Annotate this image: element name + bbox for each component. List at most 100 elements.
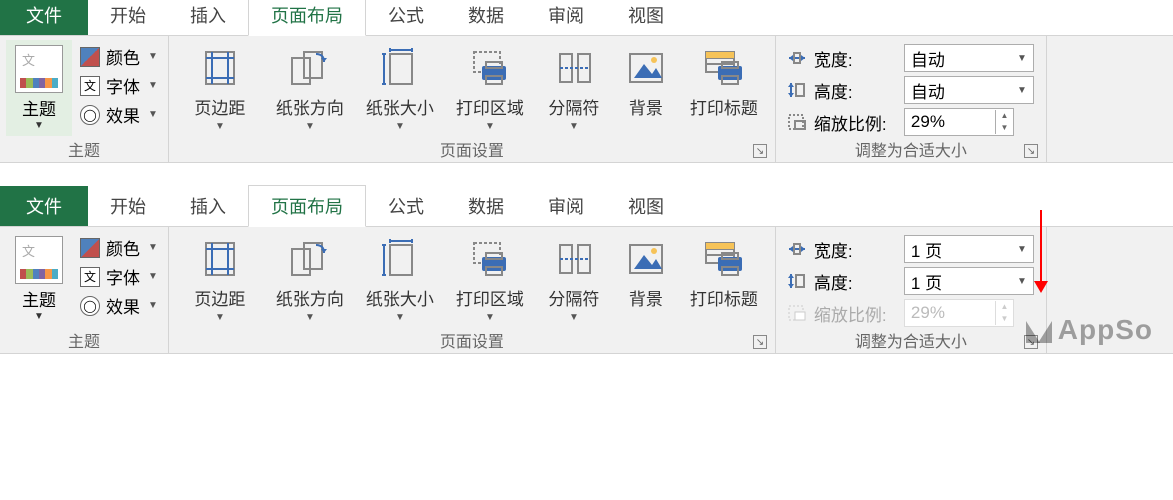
tab-file[interactable]: 文件 xyxy=(0,0,88,35)
tab-formulas[interactable]: 公式 xyxy=(366,186,446,226)
margins-label: 页边距 xyxy=(194,94,245,119)
effects-button[interactable]: ◯ 效果 ▼ xyxy=(80,102,158,127)
tab-data[interactable]: 数据 xyxy=(446,186,526,226)
themes-icon: 文 xyxy=(15,45,63,93)
print-titles-button[interactable]: 打印标题 xyxy=(679,231,769,314)
orientation-icon xyxy=(288,48,332,88)
height-dropdown[interactable]: 自动 ▼ xyxy=(904,76,1034,104)
tab-strip: 文件 开始 插入 页面布局 公式 数据 审阅 视图 xyxy=(0,0,1173,36)
print-area-label: 打印区域 xyxy=(456,94,524,119)
tab-page-layout[interactable]: 页面布局 xyxy=(248,0,366,36)
ribbon-before: 文件 开始 插入 页面布局 公式 数据 审阅 视图 文 主题 ▼ xyxy=(0,0,1173,163)
width-value: 自动 xyxy=(911,46,945,71)
tab-home[interactable]: 开始 xyxy=(88,0,168,35)
ribbon-after: 文件 开始 插入 页面布局 公式 数据 审阅 视图 文 主题 ▼ xyxy=(0,191,1173,354)
orientation-button[interactable]: 纸张方向 ▼ xyxy=(265,40,355,136)
width-dropdown[interactable]: 自动 ▼ xyxy=(904,44,1034,72)
print-titles-label: 打印标题 xyxy=(690,285,758,310)
tab-view[interactable]: 视图 xyxy=(606,186,686,226)
margins-label: 页边距 xyxy=(194,285,245,310)
effects-button[interactable]: ◯ 效果 ▼ xyxy=(80,293,158,318)
size-button[interactable]: 纸张大小 ▼ xyxy=(355,40,445,136)
width-value: 1 页 xyxy=(911,237,942,262)
height-value: 自动 xyxy=(911,78,945,103)
dropdown-icon: ▼ xyxy=(34,120,44,131)
dropdown-icon: ▼ xyxy=(485,312,495,323)
tab-view[interactable]: 视图 xyxy=(606,0,686,35)
watermark-logo-icon xyxy=(1026,317,1052,343)
tab-home[interactable]: 开始 xyxy=(88,186,168,226)
scale-launcher[interactable]: ↘ xyxy=(1024,144,1038,158)
tab-formulas[interactable]: 公式 xyxy=(366,0,446,35)
watermark-text: AppSo xyxy=(1058,314,1153,346)
group-page-setup-label: 页面设置 xyxy=(440,137,504,161)
colors-button[interactable]: 颜色 ▼ xyxy=(80,44,158,69)
size-label: 纸张大小 xyxy=(366,94,434,119)
print-area-button[interactable]: 打印区域 ▼ xyxy=(445,231,535,327)
size-button[interactable]: 纸张大小 ▼ xyxy=(355,231,445,327)
print-titles-icon xyxy=(702,48,746,88)
tab-review[interactable]: 审阅 xyxy=(526,0,606,35)
print-titles-label: 打印标题 xyxy=(690,94,758,119)
dropdown-icon: ▼ xyxy=(1017,53,1027,64)
background-label: 背景 xyxy=(629,94,663,119)
group-themes-label: 主题 xyxy=(68,328,100,352)
print-area-icon xyxy=(468,48,512,88)
colors-label: 颜色 xyxy=(106,44,140,69)
tab-file[interactable]: 文件 xyxy=(0,186,88,226)
breaks-button[interactable]: 分隔符 ▼ xyxy=(535,231,613,327)
spinner-down: ▼ xyxy=(996,313,1013,325)
width-label: 宽度: xyxy=(814,237,898,262)
background-button[interactable]: 背景 xyxy=(613,231,679,314)
tab-data[interactable]: 数据 xyxy=(446,0,526,35)
spinner-up[interactable]: ▲ xyxy=(996,110,1013,122)
print-titles-button[interactable]: 打印标题 xyxy=(679,40,769,123)
dropdown-icon: ▼ xyxy=(148,51,158,62)
page-setup-launcher[interactable]: ↘ xyxy=(753,144,767,158)
size-icon xyxy=(380,239,420,279)
fonts-button[interactable]: 文 字体 ▼ xyxy=(80,73,158,98)
margins-icon xyxy=(200,48,240,88)
tab-strip: 文件 开始 插入 页面布局 公式 数据 审阅 视图 xyxy=(0,191,1173,227)
dropdown-icon: ▼ xyxy=(305,312,315,323)
size-label: 纸张大小 xyxy=(366,285,434,310)
width-dropdown[interactable]: 1 页 ▼ xyxy=(904,235,1034,263)
tab-insert[interactable]: 插入 xyxy=(168,186,248,226)
height-label: 高度: xyxy=(814,78,898,103)
breaks-button[interactable]: 分隔符 ▼ xyxy=(535,40,613,136)
orientation-label: 纸张方向 xyxy=(276,285,344,310)
group-scale-label: 调整为合适大小 xyxy=(855,328,967,352)
height-value: 1 页 xyxy=(911,269,942,294)
group-page-setup: 页边距 ▼ 纸张方向 ▼ 纸张大小 ▼ 打印区域 ▼ xyxy=(169,36,776,162)
scale-value: 29% xyxy=(905,112,995,132)
height-dropdown[interactable]: 1 页 ▼ xyxy=(904,267,1034,295)
dropdown-icon: ▼ xyxy=(148,109,158,120)
orientation-button[interactable]: 纸张方向 ▼ xyxy=(265,231,355,327)
width-icon xyxy=(786,240,808,258)
margins-button[interactable]: 页边距 ▼ xyxy=(175,40,265,136)
scale-label: 缩放比例: xyxy=(814,301,898,326)
scale-spinner[interactable]: 29% ▲▼ xyxy=(904,108,1014,136)
dropdown-icon: ▼ xyxy=(395,121,405,132)
print-area-button[interactable]: 打印区域 ▼ xyxy=(445,40,535,136)
tab-page-layout[interactable]: 页面布局 xyxy=(248,185,366,227)
page-setup-launcher[interactable]: ↘ xyxy=(753,335,767,349)
group-scale-to-fit: 宽度: 自动 ▼ 高度: 自动 ▼ xyxy=(776,36,1047,162)
tab-review[interactable]: 审阅 xyxy=(526,186,606,226)
colors-button[interactable]: 颜色 ▼ xyxy=(80,235,158,260)
group-scale-to-fit: 宽度: 1 页 ▼ 高度: 1 页 ▼ xyxy=(776,227,1047,353)
fonts-button[interactable]: 文 字体 ▼ xyxy=(80,264,158,289)
themes-button[interactable]: 文 主题 ▼ xyxy=(6,40,72,136)
group-page-setup-label: 页面设置 xyxy=(440,328,504,352)
dropdown-icon: ▼ xyxy=(305,121,315,132)
background-button[interactable]: 背景 xyxy=(613,40,679,123)
margins-button[interactable]: 页边距 ▼ xyxy=(175,231,265,327)
colors-icon xyxy=(80,238,100,258)
width-icon xyxy=(786,49,808,67)
background-icon xyxy=(626,239,666,279)
themes-button[interactable]: 文 主题 ▼ xyxy=(6,231,72,327)
breaks-label: 分隔符 xyxy=(548,94,599,119)
tab-insert[interactable]: 插入 xyxy=(168,0,248,35)
effects-icon: ◯ xyxy=(80,105,100,125)
spinner-down[interactable]: ▼ xyxy=(996,122,1013,134)
